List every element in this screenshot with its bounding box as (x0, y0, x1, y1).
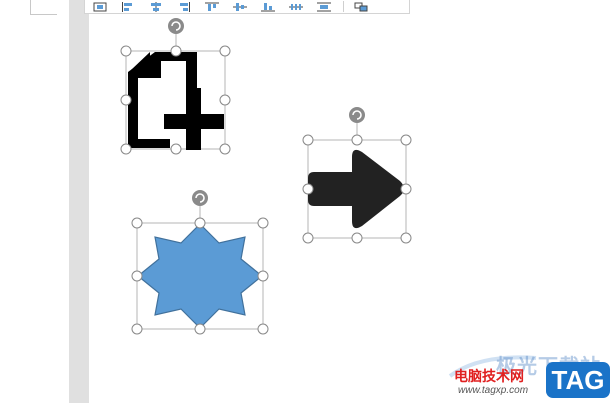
site-watermark: 极光下载站 电脑技术网 www.tagxp.com TAG (440, 348, 612, 403)
eight-point-star-shape[interactable] (131, 190, 269, 335)
drawing-layer (120, 18, 412, 335)
rotate-handle[interactable] (349, 107, 365, 123)
watermark-tag-badge: TAG (546, 362, 610, 398)
file-plus-icon (128, 52, 224, 150)
star-8-icon (137, 223, 263, 329)
rotate-handle[interactable] (168, 18, 184, 34)
watermark-cn-text: 电脑技术网 (454, 368, 524, 384)
right-arrow-shape[interactable] (302, 107, 412, 244)
arrow-right-icon (308, 149, 404, 229)
new-file-shape[interactable] (120, 18, 231, 155)
rotate-handle[interactable] (192, 190, 208, 206)
watermark-url: www.tagxp.com (458, 385, 529, 396)
